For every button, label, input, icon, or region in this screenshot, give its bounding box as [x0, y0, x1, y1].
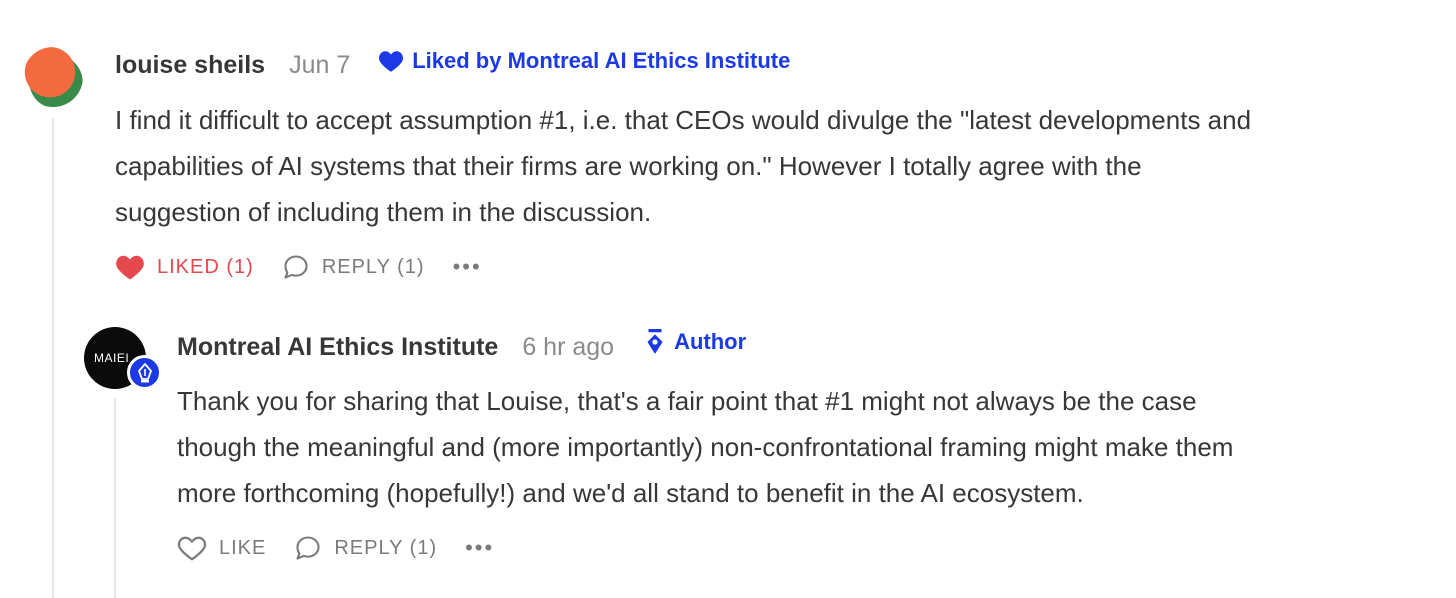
- comment-author[interactable]: louise sheils: [115, 51, 265, 80]
- heart-icon: [379, 51, 404, 72]
- comment-header: louise sheils Jun 7 Liked by Montreal AI…: [115, 48, 790, 80]
- avatar-text: MAIEI: [94, 351, 130, 365]
- like-label: LIKE: [219, 536, 267, 559]
- reply-button[interactable]: REPLY (1): [282, 253, 425, 281]
- author-label-text: Author: [674, 329, 747, 354]
- liked-by-text: Liked by Montreal AI Ethics Institute: [412, 48, 791, 73]
- reply-label: REPLY (1): [334, 536, 438, 559]
- reply-body: Thank you for sharing that Louise, that'…: [177, 378, 1233, 516]
- reply-date[interactable]: 6 hr ago: [522, 333, 614, 362]
- comment-body: I find it difficult to accept assumption…: [115, 97, 1251, 235]
- reply-body-line: more forthcoming (hopefully!) and we'd a…: [177, 478, 1084, 508]
- author-badge: [127, 355, 162, 390]
- like-label: LIKED (1): [157, 255, 254, 278]
- reply-body-line: Thank you for sharing that Louise, that'…: [177, 386, 1197, 416]
- thread-line-reply: [114, 398, 116, 598]
- author-badge-label: Author: [644, 329, 746, 355]
- comment-actions: LIKED (1) REPLY (1) •••: [115, 253, 482, 281]
- liked-by-label[interactable]: Liked by Montreal AI Ethics Institute: [378, 48, 790, 74]
- comment-bubble-icon: [296, 536, 320, 560]
- avatar[interactable]: [23, 47, 83, 107]
- reply-body-line: though the meaningful and (more importan…: [177, 432, 1234, 462]
- heart-icon: [116, 255, 144, 280]
- heart-outline-icon: [177, 536, 207, 561]
- thread-line-main: [52, 118, 54, 598]
- comment-body-line: suggestion of including them in the disc…: [115, 197, 652, 227]
- comment-body-line: capabilities of AI systems that their fi…: [115, 151, 1142, 181]
- like-button[interactable]: LIKED (1): [115, 253, 254, 281]
- reply-author[interactable]: Montreal AI Ethics Institute: [177, 333, 498, 362]
- pen-nib-icon: [647, 329, 663, 354]
- pen-nib-icon: [137, 362, 152, 382]
- like-button[interactable]: LIKE: [177, 534, 266, 562]
- reply-label: REPLY (1): [321, 255, 425, 278]
- reply-button[interactable]: REPLY (1): [294, 534, 437, 562]
- comment-bubble-icon: [284, 255, 308, 279]
- reply-actions: LIKE REPLY (1) •••: [177, 534, 494, 562]
- comment-body-line: I find it difficult to accept assumption…: [115, 105, 1252, 135]
- comment-date[interactable]: Jun 7: [289, 51, 350, 80]
- more-options-button[interactable]: •••: [465, 535, 494, 561]
- reply-header: Montreal AI Ethics Institute 6 hr ago Au…: [177, 329, 746, 362]
- more-options-button[interactable]: •••: [453, 254, 482, 280]
